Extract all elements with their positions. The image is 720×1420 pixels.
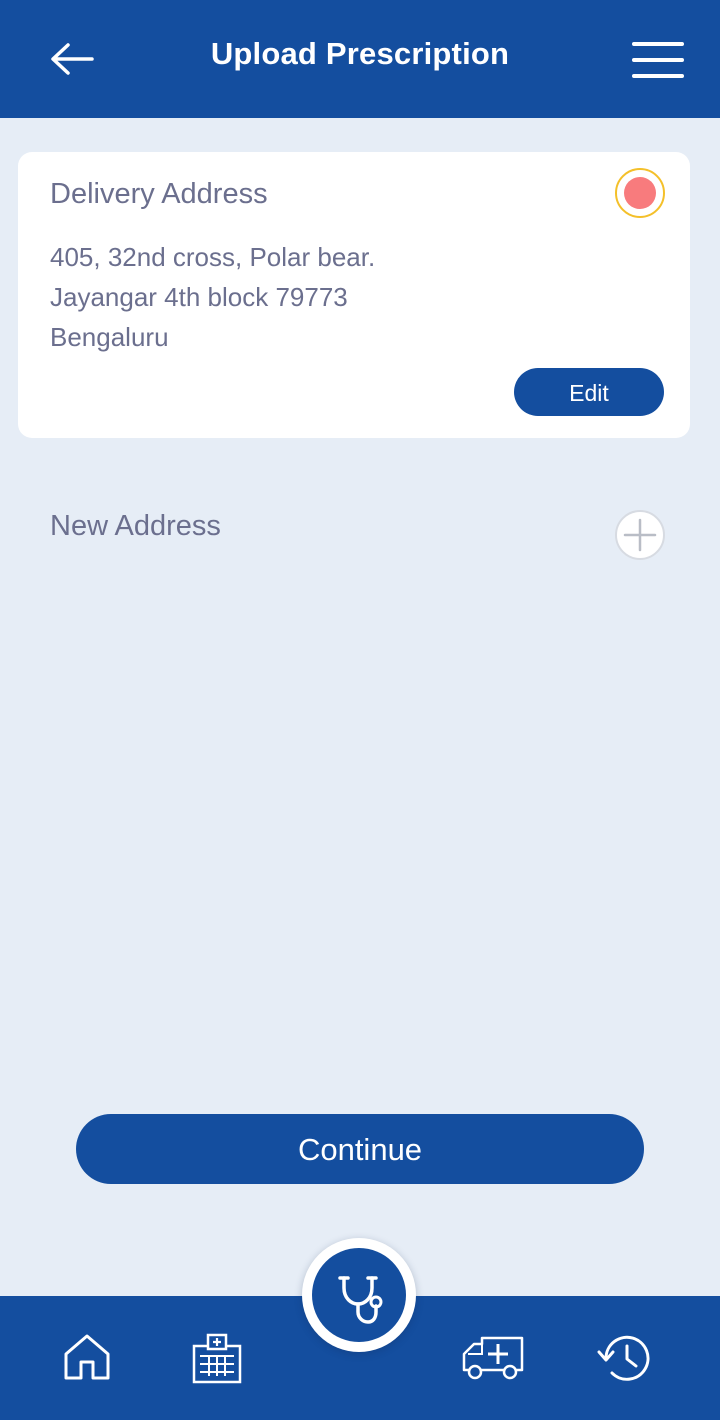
address-radio-selected[interactable]	[615, 168, 665, 218]
delivery-address-title: Delivery Address	[50, 178, 268, 210]
home-icon	[64, 1334, 110, 1380]
center-action-ring	[302, 1238, 416, 1352]
edit-address-button[interactable]: Edit	[514, 368, 664, 416]
address-line-3: Bengaluru	[50, 322, 169, 352]
delivery-address-card[interactable]: Delivery Address 405, 32nd cross, Polar …	[18, 152, 690, 438]
continue-button[interactable]: Continue	[76, 1114, 644, 1184]
app-header: Upload Prescription	[0, 0, 720, 118]
nav-ambulance[interactable]	[460, 1332, 526, 1387]
address-line-2: Jayangar 4th block 79773	[50, 282, 348, 312]
add-new-address-button[interactable]	[615, 510, 665, 560]
radio-dot	[624, 177, 656, 209]
nav-home[interactable]	[60, 1332, 114, 1387]
plus-icon	[623, 518, 657, 552]
page-title: Upload Prescription	[210, 36, 510, 71]
nav-hospital[interactable]	[190, 1332, 244, 1389]
center-doctor-button[interactable]	[312, 1248, 406, 1342]
history-icon	[597, 1335, 650, 1381]
new-address-label: New Address	[50, 510, 221, 542]
hamburger-menu-icon	[632, 42, 684, 78]
hospital-icon	[192, 1333, 242, 1384]
address-line-1: 405, 32nd cross, Polar bear.	[50, 242, 376, 272]
nav-history[interactable]	[596, 1332, 656, 1389]
stethoscope-icon	[338, 1276, 383, 1324]
ambulance-icon	[462, 1336, 524, 1380]
menu-button[interactable]	[630, 40, 686, 80]
